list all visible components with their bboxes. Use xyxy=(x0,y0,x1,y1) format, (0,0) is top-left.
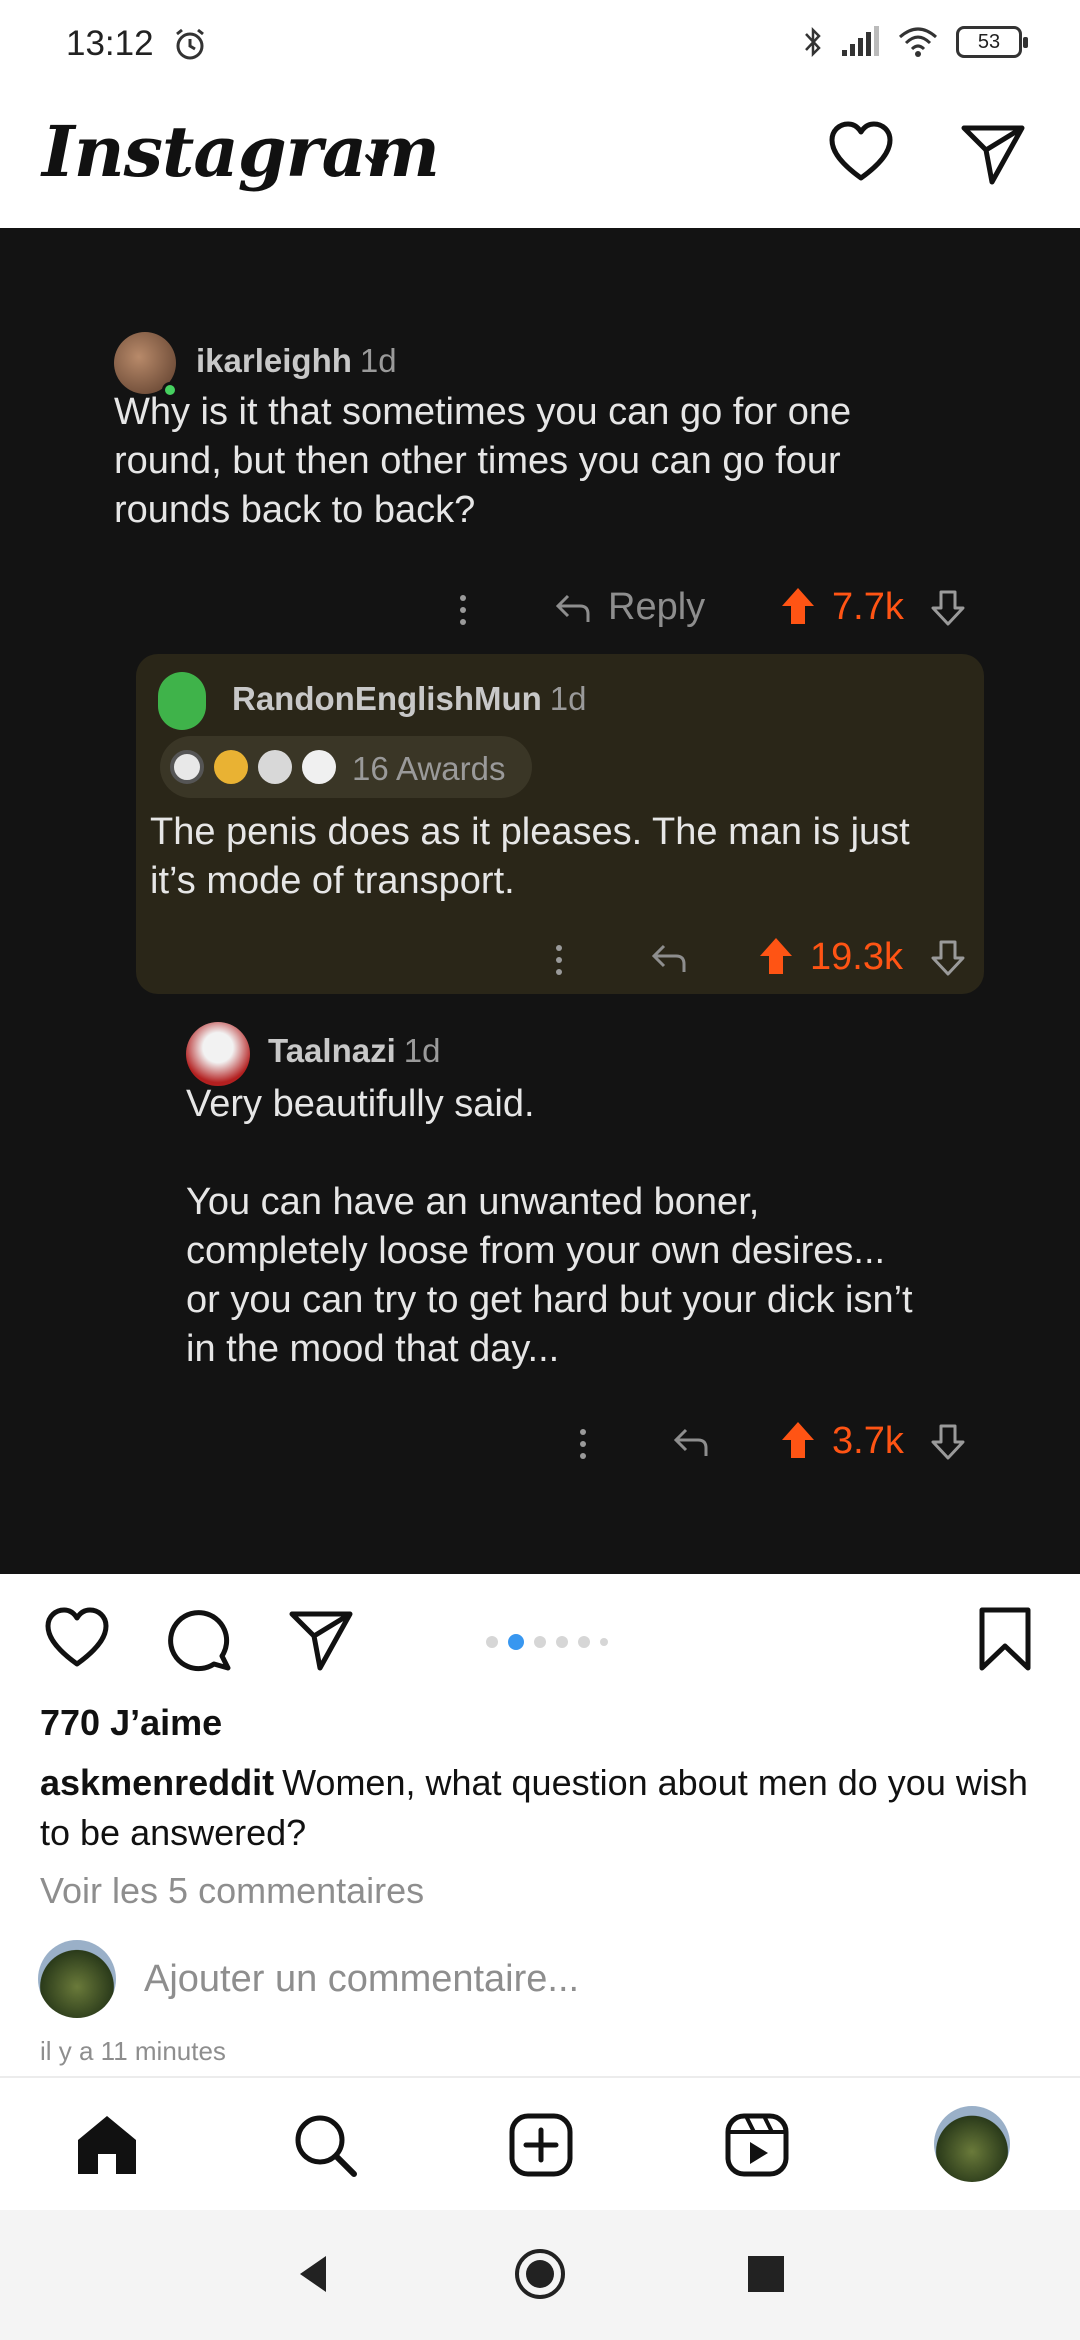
home-icon[interactable] xyxy=(72,2110,142,2180)
carousel-dot xyxy=(534,1636,546,1648)
comment-icon[interactable] xyxy=(164,1604,234,1674)
more-icon xyxy=(460,595,466,625)
chevron-down-icon[interactable] xyxy=(360,144,394,178)
comment-username[interactable]: Taalnazi 1d xyxy=(268,1032,440,1070)
status-time: 13:12 xyxy=(66,24,154,63)
reply-icon xyxy=(651,944,686,972)
bookmark-icon[interactable] xyxy=(970,1604,1040,1674)
comment-age: 1d xyxy=(403,1032,441,1069)
system-nav-bar xyxy=(0,2210,1080,2340)
post-caption: askmenreddit Women, what question about m… xyxy=(40,1758,1040,1858)
comment-age: 1d xyxy=(359,342,397,379)
comment-body: Why is it that sometimes you can go for … xyxy=(114,391,852,531)
reels-icon[interactable] xyxy=(722,2110,792,2180)
more-icon xyxy=(556,945,562,975)
reply-icon xyxy=(673,1428,708,1456)
bluetooth-icon xyxy=(805,26,821,58)
comment-body: Very beautifully said. You can have an u… xyxy=(186,1083,913,1370)
status-icons: 53 xyxy=(802,24,1028,60)
heart-icon[interactable] xyxy=(826,118,896,188)
upvote-icon xyxy=(782,588,814,624)
avatar xyxy=(38,1940,116,2018)
battery-icon: 53 xyxy=(956,26,1028,58)
create-icon[interactable] xyxy=(506,2110,576,2180)
award-icon xyxy=(214,750,248,784)
app-header: Instagram xyxy=(0,92,1080,228)
award-icon xyxy=(170,750,204,784)
send-icon[interactable] xyxy=(958,118,1028,188)
carousel-dot xyxy=(486,1636,498,1648)
comment-age: 1d xyxy=(549,680,587,717)
signal-icon xyxy=(842,26,879,56)
reply-icon xyxy=(555,594,590,622)
caption-username[interactable]: askmenreddit xyxy=(40,1762,274,1803)
award-icon xyxy=(302,750,336,784)
alarm-icon xyxy=(176,28,204,60)
profile-avatar[interactable] xyxy=(934,2106,1010,2182)
add-comment-input[interactable]: Ajouter un commentaire... xyxy=(144,1958,579,2001)
downvote-icon xyxy=(931,940,965,976)
post-timestamp: il y a 11 minutes xyxy=(40,2036,226,2066)
downvote-icon xyxy=(931,1424,965,1460)
comment-username[interactable]: RandonEnglishMun 1d xyxy=(232,680,587,718)
search-icon[interactable] xyxy=(290,2110,360,2180)
home-circle-icon[interactable] xyxy=(512,2246,568,2302)
awards-count: 16 Awards xyxy=(352,750,506,787)
back-icon[interactable] xyxy=(286,2246,342,2302)
comment-username[interactable]: ikarleighh 1d xyxy=(196,342,397,380)
post-action-bar xyxy=(0,1574,1080,1698)
avatar xyxy=(158,672,206,730)
more-icon xyxy=(580,1429,586,1459)
carousel-indicator xyxy=(484,1632,624,1652)
comment-score: 19.3k xyxy=(810,936,903,978)
carousel-dot-active xyxy=(508,1634,524,1650)
wifi-icon xyxy=(899,27,937,57)
carousel-dot xyxy=(600,1638,608,1646)
share-send-icon[interactable] xyxy=(286,1604,356,1674)
reply-label: Reply xyxy=(608,586,706,628)
carousel-dot xyxy=(578,1636,590,1648)
post-image[interactable]: ikarleighh 1d Why is it that sometimes yo… xyxy=(0,228,1080,1574)
award-icon xyxy=(258,750,292,784)
carousel-dot xyxy=(556,1636,568,1648)
upvote-icon xyxy=(760,938,792,974)
comment-body: The penis does as it pleases. The man is… xyxy=(150,811,910,902)
bottom-nav xyxy=(0,2076,1080,2210)
like-heart-icon[interactable] xyxy=(42,1604,112,1674)
view-comments-link[interactable]: Voir les 5 commentaires xyxy=(40,1870,424,1912)
recents-icon[interactable] xyxy=(738,2246,794,2302)
likes-count[interactable]: 770 J’aime xyxy=(40,1702,222,1744)
status-bar: 13:12 53 xyxy=(0,0,1080,92)
downvote-icon xyxy=(931,590,965,626)
avatar xyxy=(186,1022,250,1086)
upvote-icon xyxy=(782,1422,814,1458)
comment-score: 3.7k xyxy=(832,1420,904,1462)
battery-level: 53 xyxy=(977,30,1001,53)
comment-score: 7.7k xyxy=(832,586,904,628)
